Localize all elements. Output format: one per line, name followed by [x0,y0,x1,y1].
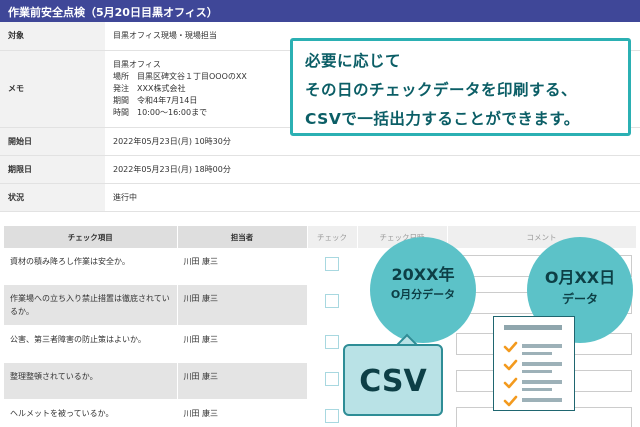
check-cell [307,284,358,326]
feature-callout: 必要に応じて その日のチェックデータを印刷する、 CSVで一括出力することができ… [290,38,631,136]
memo-line-value: XXX株式会社 [137,83,186,93]
check-checkbox[interactable] [325,372,339,386]
monthly-data-badge: 20XX年 O月分データ [370,237,476,343]
memo-line-key: 期間 [113,95,129,105]
start-label: 開始日 [0,127,105,156]
callout-line-1: 必要に応じて [305,52,402,70]
check-item: 公害、第三者障害の防止策はよいか。 [4,325,178,363]
due-label: 期限日 [0,155,105,184]
memo-line-value: 目黒オフィス [113,59,161,69]
daily-badge-date: O月XX日 [544,268,616,287]
check-person: 川田 康三 [177,362,308,400]
check-item: 整理整頓されているか。 [4,362,178,400]
status-value: 進行中 [105,183,640,212]
checklist-document-icon [493,316,575,411]
column-header-check: チェック [307,226,358,248]
check-person: 川田 康三 [177,325,308,363]
memo-line-key: 場所 [113,71,129,81]
check-item: ヘルメットを被っているか。 [4,399,178,427]
callout-line-2: その日のチェックデータを印刷する、 [305,81,578,99]
check-checkbox[interactable] [325,294,339,308]
callout-line-3: CSVで一括出力することができます。 [305,110,580,128]
checklist-header-row: チェック項目 担当者 チェック チェック日時 コメント [4,226,637,248]
memo-line-value: 令和4年7月14日 [137,95,198,105]
monthly-badge-label: O月分データ [390,288,456,301]
check-person: 川田 康三 [177,284,308,326]
csv-file-icon: CSV [343,344,443,416]
memo-line-key: 時間 [113,107,129,117]
check-checkbox[interactable] [325,409,339,423]
check-item: 資材の積み降ろし作業は安全か。 [4,248,178,285]
check-cell [307,248,358,285]
check-checkbox[interactable] [325,257,339,271]
column-header-person: 担当者 [177,226,308,248]
check-person: 川田 康三 [177,399,308,427]
check-checkbox[interactable] [325,335,339,349]
target-label: 対象 [0,22,105,51]
check-item: 作業場への立ち入り禁止措置は徹底されているか。 [4,284,178,326]
due-value: 2022年05月23日(月) 18時00分 [105,155,640,184]
check-person: 川田 康三 [177,248,308,285]
memo-line-key: 発注 [113,83,129,93]
column-header-item: チェック項目 [4,226,178,248]
monthly-badge-year: 20XX年 [391,265,455,284]
memo-line-value: 10:00～16:00まで [137,107,208,117]
status-label: 状況 [0,183,105,212]
daily-badge-label: データ [561,292,598,306]
checklist-document-graphic [503,325,562,407]
info-row-due: 期限日 2022年05月23日(月) 18時00分 [0,155,640,184]
page-title: 作業前安全点検（5月20日目黒オフィス） [0,0,640,22]
info-row-status: 状況 進行中 [0,183,640,212]
memo-label: メモ [0,50,105,128]
memo-line-value: 目黒区碑文谷１丁目OOOのXX [137,71,247,81]
